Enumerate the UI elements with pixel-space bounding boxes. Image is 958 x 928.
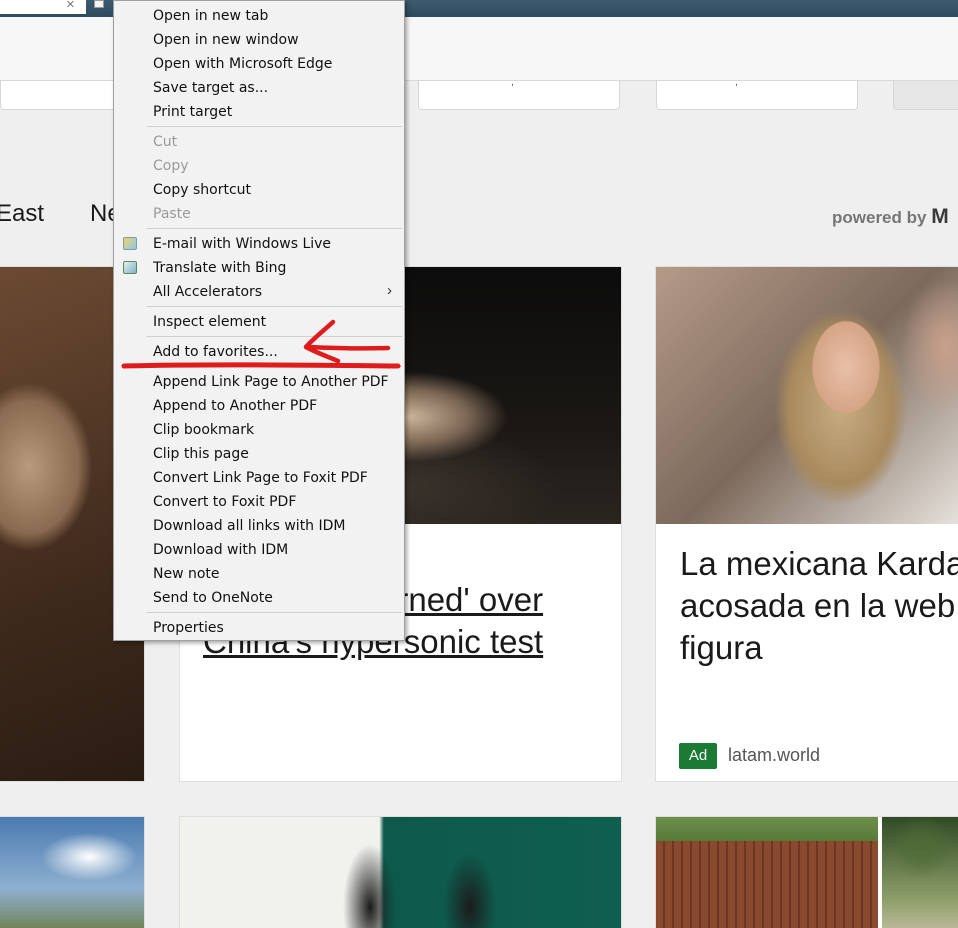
red-arrow-shaft <box>305 344 391 351</box>
red-annotation <box>121 319 401 369</box>
red-underline <box>121 362 401 369</box>
red-arrow-head <box>303 319 341 364</box>
